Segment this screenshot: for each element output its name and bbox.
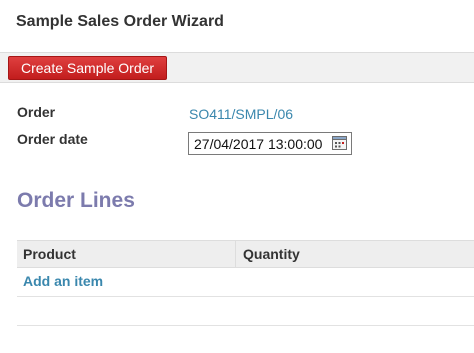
order-date-value[interactable]: 27/04/2017 13:00:00 [194,136,322,152]
order-link[interactable]: SO411/SMPL/06 [189,106,293,122]
order-lines-title: Order Lines [17,189,135,212]
order-lines-table-header: Product Quantity [17,240,474,268]
table-row-divider [17,325,474,326]
create-sample-order-button[interactable]: Create Sample Order [8,56,168,80]
calendar-icon[interactable] [332,136,347,150]
table-row-divider [17,296,474,297]
column-header-quantity[interactable]: Quantity [243,246,300,262]
order-date-field[interactable]: 27/04/2017 13:00:00 [188,132,352,155]
add-an-item-link[interactable]: Add an item [23,273,103,289]
column-header-product[interactable]: Product [23,246,76,262]
dialog-header: Sample Sales Order Wizard [0,0,474,48]
dialog-toolbar: Create Sample Order [0,52,474,83]
column-divider [235,241,236,267]
dialog-title: Sample Sales Order Wizard [16,13,224,30]
order-date-label: Order date [17,131,88,147]
order-label: Order [17,104,56,120]
sales-order-wizard-dialog: Sample Sales Order Wizard Create Sample … [0,0,474,353]
